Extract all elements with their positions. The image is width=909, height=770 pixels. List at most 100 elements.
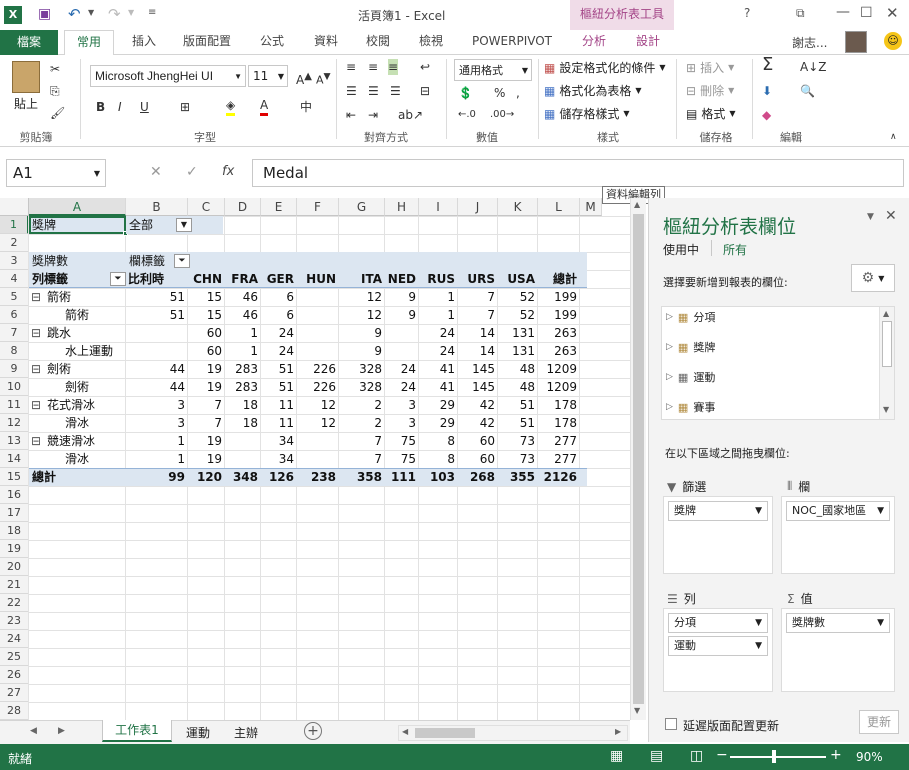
close-button[interactable]: ✕ — [886, 4, 899, 22]
pivot-value-cell[interactable]: 1 — [419, 288, 458, 306]
select-all-corner[interactable] — [0, 198, 29, 216]
delete-cells-button[interactable]: ⊟ 刪除 ▼ — [686, 82, 734, 99]
pivot-value-cell[interactable]: 34 — [261, 432, 297, 450]
collapse-icon[interactable]: ⊟ — [31, 396, 45, 414]
sheet-tab-2[interactable]: 運動 — [176, 724, 220, 741]
row-header[interactable]: 5 — [0, 288, 29, 306]
grand-total-cell[interactable]: 358 — [339, 468, 385, 486]
pivot-value-cell[interactable]: 2 — [339, 396, 385, 414]
pivot-row-label[interactable]: 箭術 — [45, 288, 126, 306]
field-item[interactable]: ▷ ▦ 分項 — [666, 309, 715, 325]
pivot-column-header[interactable]: NED — [385, 270, 419, 288]
vertical-scrollbar[interactable]: ▲ ▼ — [630, 198, 646, 720]
pivot-value-cell[interactable]: 131 — [498, 324, 538, 342]
filters-area[interactable]: 獎牌 ▼ — [663, 496, 773, 574]
grand-total-cell[interactable]: 103 — [419, 468, 458, 486]
tab-file[interactable]: 檔案 — [0, 30, 58, 55]
grand-total-cell[interactable]: 126 — [261, 468, 297, 486]
pivot-value-cell[interactable]: 51 — [126, 288, 188, 306]
paste-icon[interactable] — [12, 61, 40, 93]
pivot-column-header[interactable]: URS — [458, 270, 498, 288]
column-header[interactable]: D — [225, 198, 261, 216]
pivot-value-cell[interactable]: 14 — [458, 324, 498, 342]
pivot-value-cell[interactable]: 277 — [538, 432, 580, 450]
pivot-value-cell[interactable]: 73 — [498, 450, 538, 468]
pivot-value-cell[interactable]: 11 — [261, 414, 297, 432]
pivot-value-cell[interactable]: 145 — [458, 360, 498, 378]
pivot-value-cell[interactable] — [297, 342, 339, 360]
next-sheet-icon[interactable]: ▶ — [58, 726, 65, 736]
column-header[interactable]: C — [188, 198, 225, 216]
pivot-value-cell[interactable]: 6 — [261, 306, 297, 324]
column-header[interactable]: A — [29, 198, 126, 216]
help-icon[interactable]: ? — [744, 6, 750, 20]
pivot-value-cell[interactable]: 328 — [339, 378, 385, 396]
align-left-icon[interactable]: ☰ — [346, 83, 357, 99]
row-header[interactable]: 22 — [0, 594, 29, 612]
column-header[interactable]: E — [261, 198, 297, 216]
pivot-value-cell[interactable]: 178 — [538, 396, 580, 414]
increase-indent-icon[interactable]: ⇥ — [368, 107, 378, 123]
cell-styles-button[interactable]: ▦ 儲存格樣式 ▼ — [544, 105, 630, 122]
pivot-value-cell[interactable]: 52 — [498, 288, 538, 306]
pivot-column-header[interactable]: RUS — [419, 270, 458, 288]
row-header[interactable]: 7 — [0, 324, 29, 342]
column-header[interactable]: J — [458, 198, 498, 216]
avatar[interactable] — [845, 31, 867, 53]
zoom-slider-thumb[interactable] — [772, 750, 776, 763]
pivot-value-cell[interactable]: 60 — [458, 450, 498, 468]
row-header[interactable]: 13 — [0, 432, 29, 450]
field-item[interactable]: ▷ ▦ 賽事 — [666, 399, 715, 415]
undo-icon[interactable]: ↶ — [68, 5, 81, 23]
underline-icon[interactable]: U — [140, 99, 149, 115]
pivot-value-cell[interactable]: 283 — [225, 360, 261, 378]
scroll-down-icon[interactable]: ▼ — [883, 405, 889, 414]
row-header[interactable]: 17 — [0, 504, 29, 522]
pivot-value-cell[interactable]: 24 — [385, 360, 419, 378]
pivot-value-cell[interactable]: 7 — [458, 306, 498, 324]
restore-button[interactable]: ☐ — [860, 5, 873, 21]
scroll-thumb[interactable] — [882, 321, 892, 367]
row-header[interactable]: 8 — [0, 342, 29, 360]
smiley-icon[interactable]: ☺ — [884, 32, 902, 50]
pivot-value-cell[interactable]: 51 — [261, 360, 297, 378]
pivot-value-cell[interactable] — [225, 432, 261, 450]
pivot-value-cell[interactable]: 283 — [225, 378, 261, 396]
pivot-value-cell[interactable]: 60 — [188, 342, 225, 360]
comma-style-icon[interactable]: , — [516, 85, 520, 101]
row-header[interactable]: 12 — [0, 414, 29, 432]
tab-insert[interactable]: 插入 — [122, 30, 166, 55]
minimize-button[interactable]: — — [836, 4, 850, 20]
fill-color-icon[interactable]: ◈ — [226, 97, 236, 116]
pivot-value-cell[interactable]: 1 — [225, 324, 261, 342]
pivot-column-header[interactable]: 總計 — [538, 270, 580, 288]
pivot-column-header[interactable]: ITA — [339, 270, 385, 288]
row-header[interactable]: 20 — [0, 558, 29, 576]
decrease-decimal-icon[interactable]: .00→ — [490, 107, 514, 123]
pivot-value-cell[interactable]: 3 — [385, 414, 419, 432]
row-header[interactable]: 6 — [0, 306, 29, 324]
pivot-column-header[interactable]: CHN — [188, 270, 225, 288]
row-header[interactable]: 23 — [0, 612, 29, 630]
page-break-view-icon[interactable]: ◫ — [690, 748, 703, 764]
pivot-value-cell[interactable]: 24 — [419, 324, 458, 342]
grand-total-cell[interactable]: 111 — [385, 468, 419, 486]
orientation-icon[interactable]: ab↗ — [398, 107, 423, 123]
pivot-value-cell[interactable]: 11 — [261, 396, 297, 414]
h-scroll-thumb[interactable] — [415, 728, 475, 738]
pivot-value-cell[interactable]: 8 — [419, 450, 458, 468]
pivot-value-cell[interactable]: 1209 — [538, 378, 580, 396]
pivot-column-header[interactable]: GER — [261, 270, 297, 288]
zoom-slider[interactable] — [730, 756, 826, 758]
pivot-column-header[interactable]: 比利時 — [126, 270, 188, 288]
collapse-ribbon-icon[interactable]: ∧ — [890, 129, 897, 145]
scroll-thumb[interactable] — [633, 214, 644, 704]
scroll-left-icon[interactable]: ◀ — [402, 727, 408, 736]
pivot-value-cell[interactable]: 9 — [385, 288, 419, 306]
column-header[interactable]: H — [385, 198, 419, 216]
column-header[interactable]: I — [419, 198, 458, 216]
pivot-value-cell[interactable]: 12 — [339, 288, 385, 306]
paste-button[interactable]: 貼上 — [14, 95, 38, 112]
tab-page-layout[interactable]: 版面配置 — [176, 30, 238, 55]
column-header[interactable]: B — [126, 198, 188, 216]
